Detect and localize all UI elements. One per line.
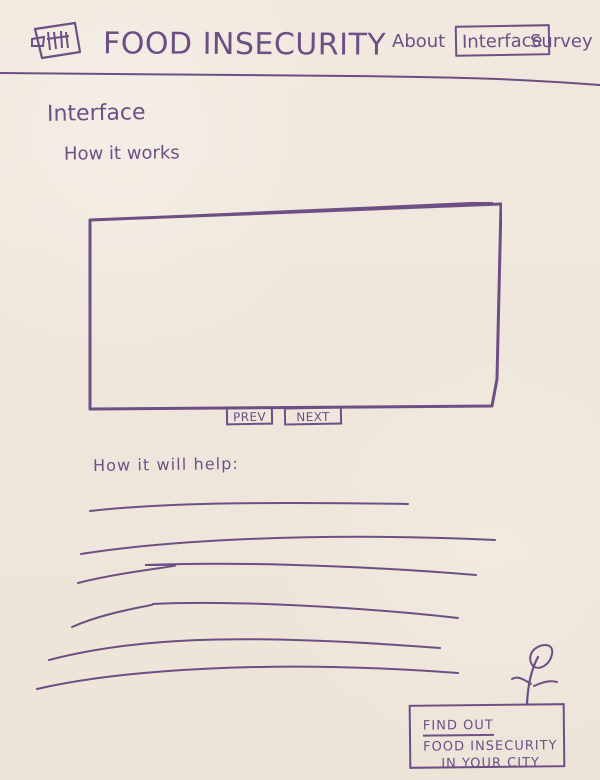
cta-line-in-your-city: IN YOUR CITY <box>441 755 541 772</box>
site-title: FOOD INSECURITY <box>102 26 387 63</box>
interface-preview-frame <box>88 202 502 411</box>
nav-survey[interactable]: Survey <box>530 31 593 52</box>
nav-about[interactable]: About <box>392 31 445 52</box>
help-heading: How it will help: <box>92 453 240 476</box>
header-divider <box>0 72 600 86</box>
next-button[interactable]: NEXT <box>283 406 343 426</box>
find-out-city-button[interactable]: FIND OUT FOOD INSECURITY IN YOUR CITY <box>408 703 566 772</box>
plant-icon <box>511 644 558 706</box>
carousel-controls: PREV NEXT <box>225 406 352 429</box>
page-title: Interface <box>46 100 146 127</box>
how-it-works-heading: How it works <box>63 142 180 165</box>
cta-line-find-out: FIND OUT <box>422 716 494 737</box>
logo-icon[interactable] <box>28 20 86 62</box>
prev-button[interactable]: PREV <box>225 406 274 426</box>
cta-line-food-insecurity: FOOD INSECURITY <box>423 738 558 755</box>
